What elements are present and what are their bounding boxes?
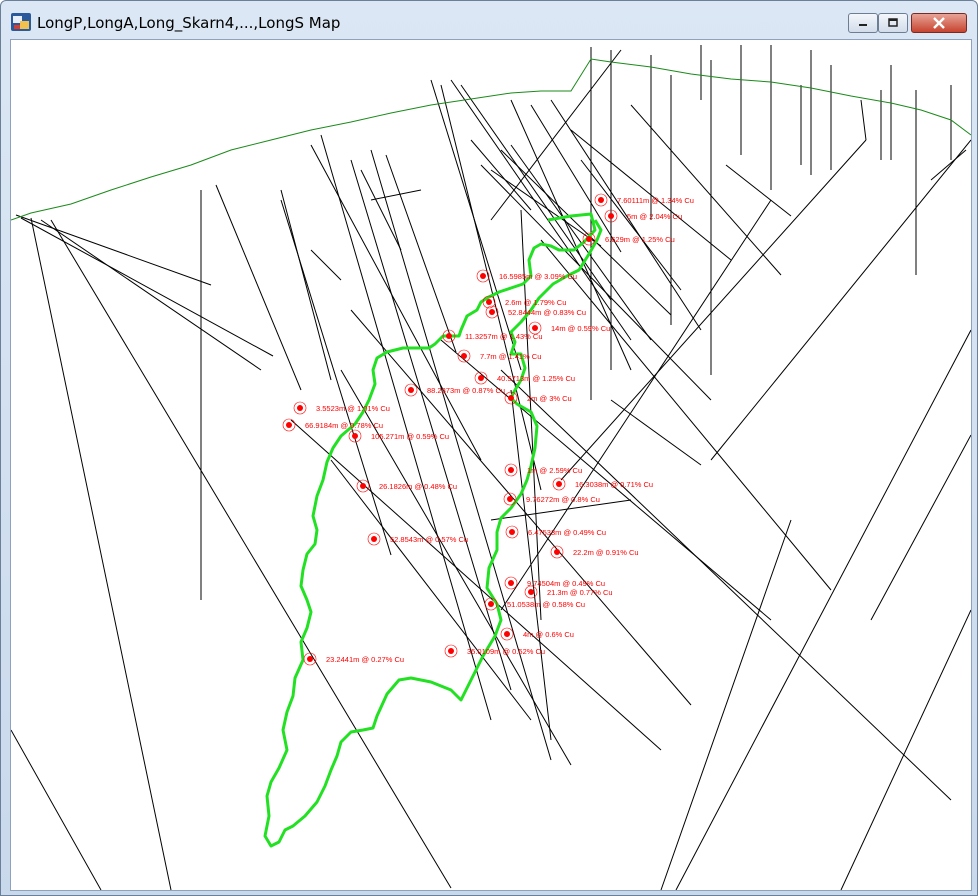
- intercept-marker[interactable]: [489, 309, 495, 315]
- intercept-marker[interactable]: [478, 375, 484, 381]
- intercept-label: 9.76272m @ 0.8% Cu: [526, 495, 600, 504]
- minimize-button[interactable]: [848, 13, 878, 33]
- drillhole-trace: [660, 519, 792, 890]
- drillhole-trace: [930, 149, 967, 181]
- drillhole-trace: [710, 139, 971, 461]
- drillhole-trace: [30, 217, 172, 890]
- intercept-label: 9.74504m @ 0.49% Cu: [527, 579, 605, 588]
- intercept-marker[interactable]: [480, 273, 486, 279]
- intercept-label: 52.8543m @ 0.57% Cu: [390, 535, 468, 544]
- intercept-label: 4m @ 0.6% Cu: [523, 630, 574, 639]
- drillholes-layer: [11, 45, 971, 890]
- intercept-label: 16.3038m @ 0.71% Cu: [575, 480, 653, 489]
- drillhole-trace: [840, 609, 971, 890]
- intercept-label: 105.271m @ 0.59% Cu: [371, 432, 449, 441]
- drillhole-trace: [490, 49, 622, 221]
- intercept-marker[interactable]: [297, 405, 303, 411]
- intercept-label: 6.629m @ 1.25% Cu: [605, 235, 675, 244]
- intercept-marker[interactable]: [286, 422, 292, 428]
- drillhole-trace: [370, 189, 422, 201]
- minimize-icon: [859, 24, 867, 26]
- intercept-label: 88.2373m @ 0.87% Cu: [427, 386, 505, 395]
- drillhole-trace: [11, 729, 102, 890]
- window-title: LongP,LongA,Long_Skarn4,...,LongS Map: [37, 14, 341, 32]
- intercept-label: 1m @ 2.59% Cu: [527, 466, 582, 475]
- intercept-marker[interactable]: [508, 580, 514, 586]
- intercept-label: 2m @ 3% Cu: [527, 394, 572, 403]
- drillhole-trace: [870, 434, 971, 621]
- intercept-label: 35.0109m @ 0.52% Cu: [467, 647, 545, 656]
- app-icon: [11, 13, 31, 31]
- drillhole-trace: [360, 169, 402, 251]
- drillhole-trace: [580, 159, 682, 291]
- intercept-marker[interactable]: [528, 589, 534, 595]
- intercept-marker[interactable]: [507, 496, 513, 502]
- intercept-marker[interactable]: [488, 601, 494, 607]
- intercept-label: 51.0538m @ 0.58% Cu: [507, 600, 585, 609]
- intercept-marker[interactable]: [504, 631, 510, 637]
- intercept-marker[interactable]: [608, 213, 614, 219]
- intercept-marker[interactable]: [446, 333, 452, 339]
- drillhole-trace: [510, 389, 552, 741]
- intercept-label: 3.5523m @ 1.01% Cu: [316, 404, 390, 413]
- drillhole-trace: [40, 219, 262, 371]
- intercept-label: 6.47533m @ 0.49% Cu: [528, 528, 606, 537]
- maximize-button[interactable]: [878, 13, 908, 33]
- intercept-marker[interactable]: [509, 529, 515, 535]
- drillhole-trace: [20, 217, 274, 357]
- drillhole-trace: [500, 149, 672, 316]
- maximize-icon: [888, 18, 898, 27]
- drillhole-trace: [610, 399, 702, 466]
- topography-line: [11, 58, 971, 221]
- intercept-label: 52.8444m @ 0.83% Cu: [508, 308, 586, 317]
- drillhole-trace: [385, 154, 457, 353]
- intercept-label: 26.1826m @ 0.48% Cu: [379, 482, 457, 491]
- intercept-marker[interactable]: [408, 387, 414, 393]
- intercept-marker[interactable]: [508, 395, 514, 401]
- intercept-label: 23.2441m @ 0.27% Cu: [326, 655, 404, 664]
- intercept-label: 5m @ 2.04% Cu: [627, 212, 682, 221]
- drillhole-trace: [310, 249, 342, 281]
- intercept-label: 22.2m @ 0.91% Cu: [573, 548, 639, 557]
- intercept-marker[interactable]: [360, 483, 366, 489]
- drillhole-trace: [460, 84, 612, 301]
- intercept-marker[interactable]: [461, 353, 467, 359]
- intercept-marker[interactable]: [307, 656, 313, 662]
- intercept-marker[interactable]: [371, 536, 377, 542]
- drillhole-trace: [280, 189, 332, 381]
- map-canvas[interactable]: 7.60111m @ 1.34% Cu 5m @ 2.04% Cu 6.629m @…: [10, 39, 972, 891]
- intercept-marker[interactable]: [486, 299, 492, 305]
- intercept-label: 40.5713m @ 1.25% Cu: [497, 374, 575, 383]
- drillhole-trace: [540, 239, 832, 591]
- map-window: LongP,LongA,Long_Skarn4,...,LongS Map 7.…: [0, 0, 978, 896]
- title-bar[interactable]: LongP,LongA,Long_Skarn4,...,LongS Map: [1, 1, 977, 41]
- intercept-label: 16.5985m @ 3.09% Cu: [499, 272, 577, 281]
- intercept-marker[interactable]: [556, 481, 562, 487]
- intercept-marker[interactable]: [598, 197, 604, 203]
- intercept-marker[interactable]: [352, 433, 358, 439]
- intercept-label: 7.7m @ 1.41% Cu: [480, 352, 541, 361]
- intercept-marker[interactable]: [554, 549, 560, 555]
- drillhole-trace: [675, 329, 971, 890]
- intercept-label: 2.6m @ 1.79% Cu: [505, 298, 566, 307]
- close-icon: [933, 17, 945, 29]
- close-button[interactable]: [911, 13, 967, 33]
- intercept-marker[interactable]: [586, 236, 592, 242]
- intercept-label: 7.60111m @ 1.34% Cu: [617, 196, 694, 205]
- intercept-marker[interactable]: [448, 648, 454, 654]
- section-map: 7.60111m @ 1.34% Cu 5m @ 2.04% Cu 6.629m @…: [11, 45, 971, 890]
- intercept-label: 21.3m @ 0.77% Cu: [547, 588, 613, 597]
- drillhole-trace: [560, 139, 867, 481]
- intercept-label: 11.3257m @ 1.43% Cu: [465, 332, 543, 341]
- intercept-label: 14m @ 0.59% Cu: [551, 324, 610, 333]
- intercept-marker[interactable]: [532, 325, 538, 331]
- intercept-marker[interactable]: [508, 467, 514, 473]
- drillhole-trace: [370, 149, 552, 761]
- intercept-label: 66.9184m @ 0.78% Cu: [305, 421, 383, 430]
- drillhole-trace: [725, 164, 792, 217]
- drillhole-trace: [860, 99, 867, 141]
- drillhole-trace: [440, 84, 542, 491]
- drillhole-trace: [15, 214, 212, 286]
